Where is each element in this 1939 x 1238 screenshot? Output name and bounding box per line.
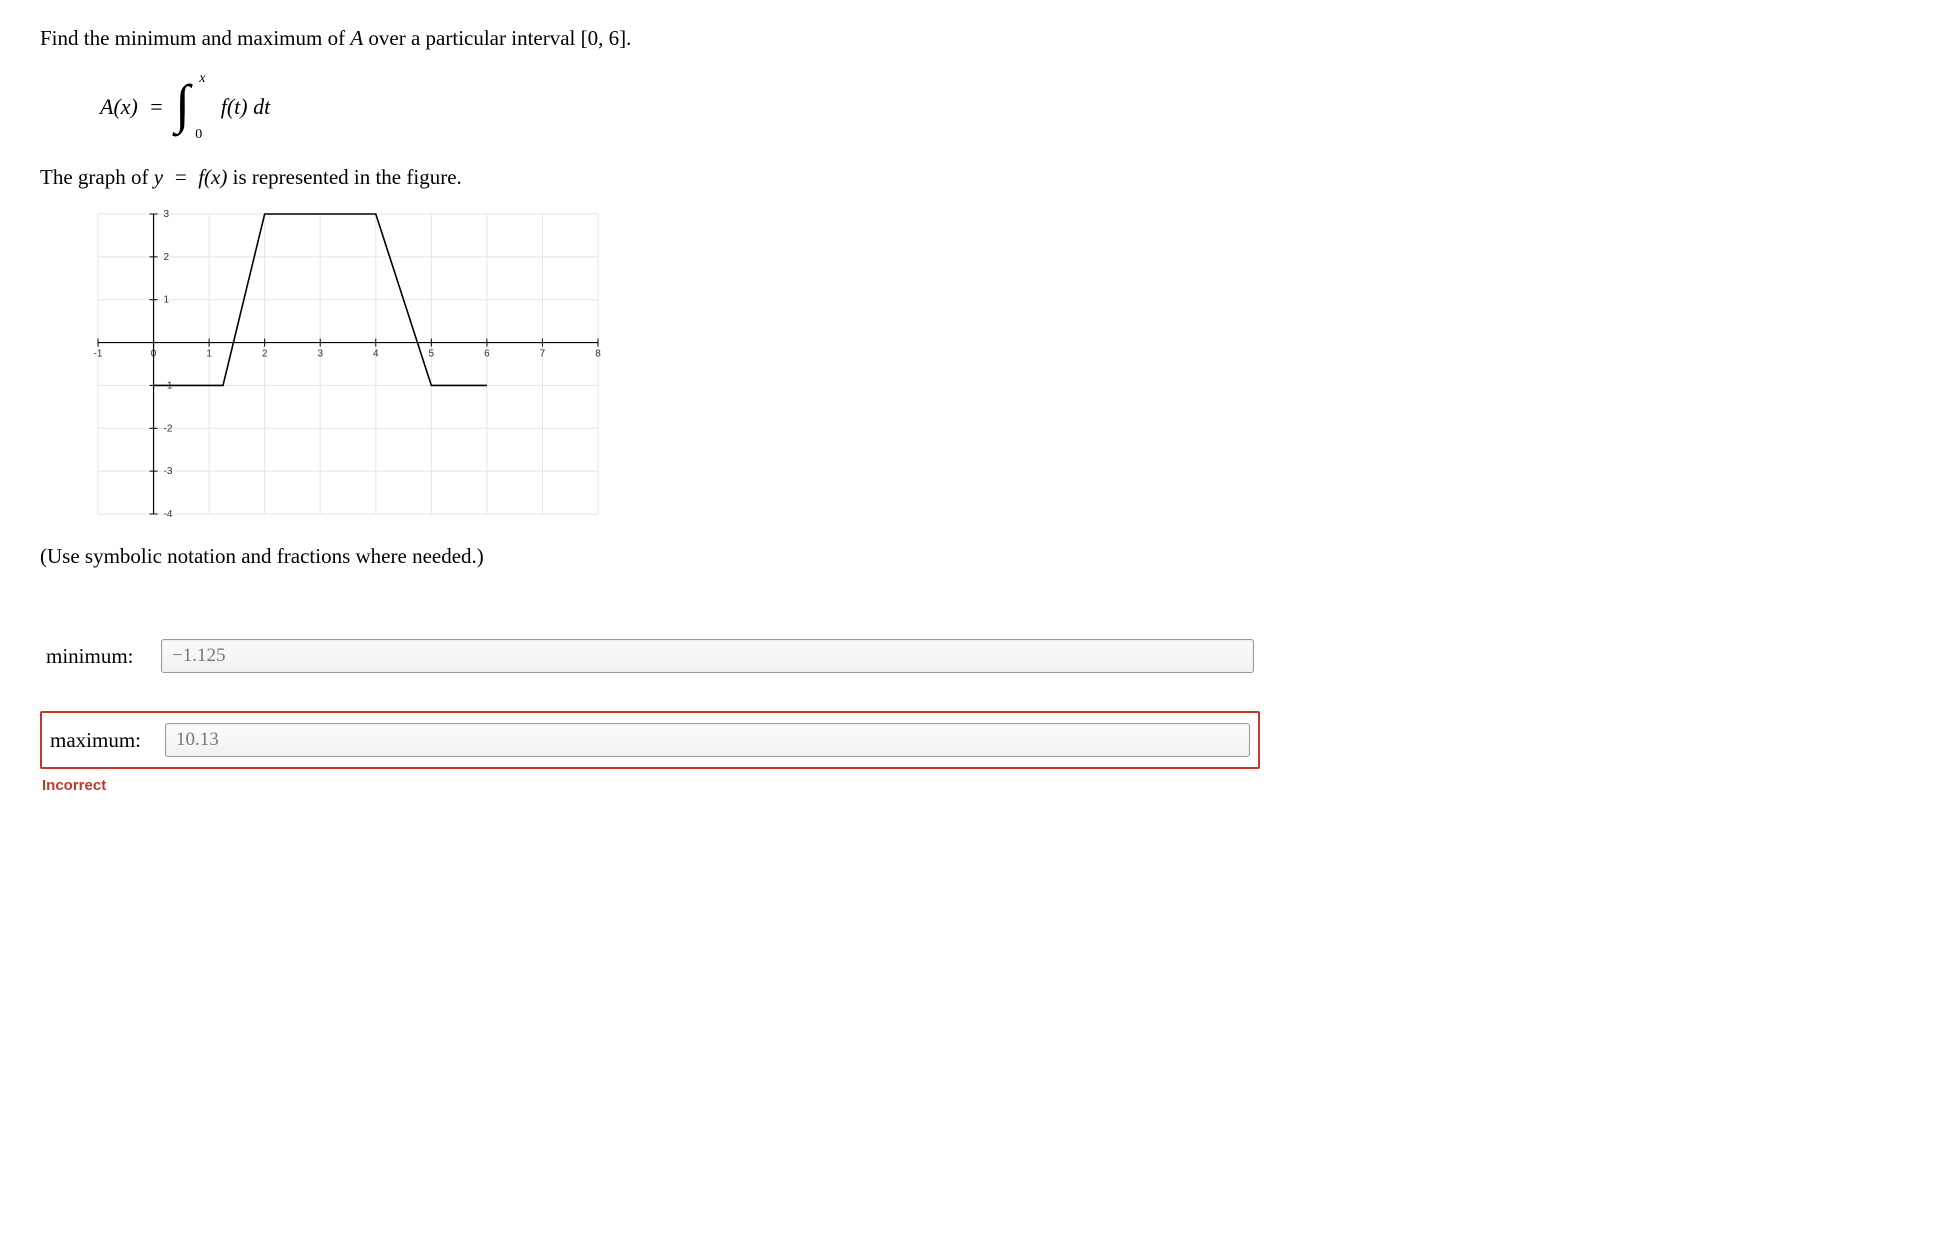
svg-text:8: 8 bbox=[595, 349, 601, 360]
maximum-row: maximum: bbox=[40, 711, 1260, 769]
svg-text:7: 7 bbox=[540, 349, 546, 360]
svg-text:-2: -2 bbox=[164, 424, 173, 435]
input-hint: (Use symbolic notation and fractions whe… bbox=[40, 544, 1260, 569]
svg-text:4: 4 bbox=[373, 349, 379, 360]
svg-text:2: 2 bbox=[164, 252, 170, 263]
svg-text:3: 3 bbox=[164, 209, 170, 220]
svg-text:6: 6 bbox=[484, 349, 490, 360]
function-chart: -1012345678-4-3-2-1123 bbox=[88, 204, 608, 524]
svg-text:-1: -1 bbox=[94, 349, 103, 360]
formula-integrand: f(t) dt bbox=[215, 94, 270, 120]
svg-text:3: 3 bbox=[317, 349, 323, 360]
prompt-interval: [0, 6]. bbox=[581, 26, 632, 50]
graph-sentence-suffix: is represented in the figure. bbox=[227, 165, 461, 189]
integral-lower: 0 bbox=[195, 127, 202, 143]
svg-text:-3: -3 bbox=[164, 467, 173, 478]
prompt-var: A bbox=[350, 26, 363, 50]
graph-sentence: The graph of y = f(x) is represented in … bbox=[40, 165, 1260, 190]
svg-text:2: 2 bbox=[262, 349, 268, 360]
minimum-input[interactable] bbox=[161, 639, 1254, 673]
graph-sentence-prefix: The graph of bbox=[40, 165, 154, 189]
minimum-row: minimum: bbox=[40, 629, 1260, 683]
question-prompt: Find the minimum and maximum of A over a… bbox=[40, 24, 1260, 53]
svg-text:1: 1 bbox=[206, 349, 212, 360]
formula-lhs: A(x) = bbox=[100, 94, 169, 120]
minimum-label: minimum: bbox=[46, 644, 161, 669]
prompt-text-mid: over a particular interval bbox=[363, 26, 580, 50]
svg-text:-4: -4 bbox=[164, 509, 173, 520]
prompt-text-prefix: Find the minimum and maximum of bbox=[40, 26, 350, 50]
svg-text:1: 1 bbox=[164, 295, 170, 306]
svg-text:0: 0 bbox=[151, 349, 157, 360]
graph-equation: y = f(x) bbox=[154, 165, 228, 189]
integral-upper: x bbox=[199, 71, 205, 87]
svg-text:5: 5 bbox=[429, 349, 435, 360]
formula: A(x) = ∫ x 0 f(t) dt bbox=[100, 77, 1260, 137]
maximum-label: maximum: bbox=[50, 728, 165, 753]
feedback-incorrect: Incorrect bbox=[42, 777, 1260, 794]
integral-symbol: ∫ x 0 bbox=[175, 77, 209, 137]
maximum-input[interactable] bbox=[165, 723, 1250, 757]
